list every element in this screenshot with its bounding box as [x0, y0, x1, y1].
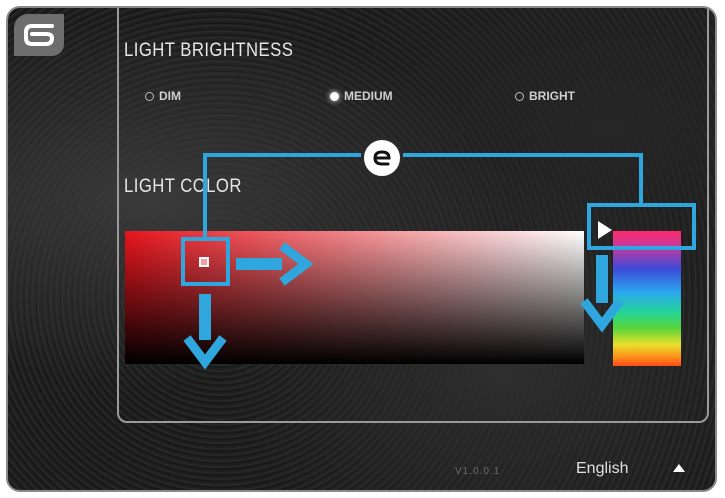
arrow-down-icon [580, 255, 624, 333]
connector-right-vertical [639, 153, 643, 205]
connector-left-vertical [203, 153, 207, 239]
radio-bright-indicator [515, 91, 524, 101]
step-6-badge [14, 14, 64, 56]
step-e-badge [361, 137, 403, 179]
radio-dim-label: DIM [159, 89, 181, 103]
picker-handle-highlight [181, 237, 230, 286]
arrow-down-icon [183, 294, 227, 370]
radio-dim[interactable]: DIM [145, 89, 181, 103]
light-color-title: LIGHT COLOR [124, 176, 242, 197]
step-6-icon [24, 24, 55, 46]
radio-medium-indicator [330, 91, 339, 101]
arrow-right-icon [236, 242, 314, 286]
connector-right-horizontal [403, 153, 643, 157]
radio-bright[interactable]: BRIGHT [515, 89, 575, 103]
light-brightness-title: LIGHT BRIGHTNESS [124, 40, 294, 61]
connector-left-horizontal [203, 153, 361, 157]
radio-medium[interactable]: MEDIUM [330, 89, 393, 103]
hue-pointer-highlight [587, 203, 696, 250]
step-e-icon [373, 150, 391, 166]
version-label: V1.0.0.1 [455, 466, 501, 477]
radio-dim-indicator [145, 91, 154, 101]
language-selector[interactable]: English [576, 460, 628, 478]
radio-bright-label: BRIGHT [529, 89, 575, 103]
radio-medium-label: MEDIUM [344, 89, 393, 103]
caret-up-icon[interactable] [672, 462, 686, 474]
